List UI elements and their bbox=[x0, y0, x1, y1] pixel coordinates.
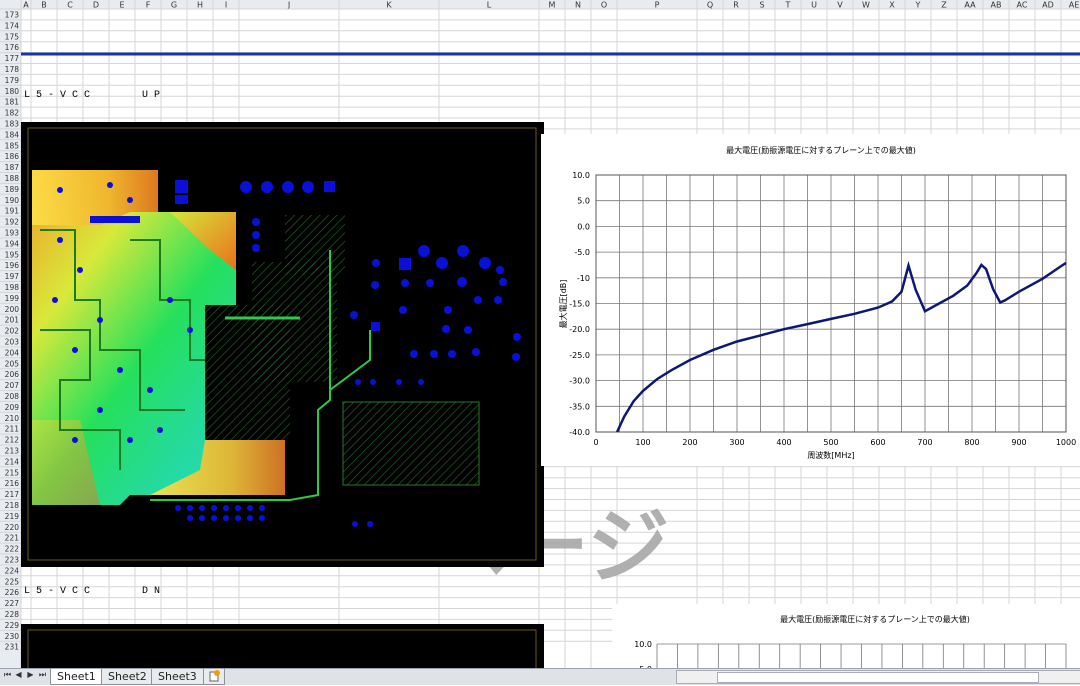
first-sheet-button[interactable]: ⏮ bbox=[2, 670, 13, 680]
chart-x-tick-label: 100 bbox=[635, 438, 650, 447]
cell-net-dn[interactable]: L5-VCC bbox=[24, 586, 96, 597]
chart-2-ytick: 10.0 bbox=[634, 640, 652, 649]
chart-y-axis-title: 最大電圧[dB] bbox=[558, 280, 568, 329]
pcb-layout-image[interactable] bbox=[21, 122, 544, 567]
chart-y-tick-label: -25.0 bbox=[569, 351, 590, 360]
chart-y-tick-label: -5.0 bbox=[574, 248, 590, 257]
chart-y-tick-label: -30.0 bbox=[569, 377, 590, 386]
chart-x-tick-label: 1000 bbox=[1056, 438, 1076, 447]
pcb-layout-image-2[interactable] bbox=[21, 624, 544, 671]
chart-x-tick-label: 200 bbox=[682, 438, 697, 447]
chart-x-tick-label: 700 bbox=[917, 438, 932, 447]
chart-max-voltage-2: 最大電圧(励振源電圧に対するプレーン上での最大値) 10.0 5.0 bbox=[612, 604, 1080, 674]
chart-x-tick-label: 0 bbox=[593, 438, 598, 447]
chart-y-tick-label: 0.0 bbox=[577, 222, 590, 231]
chart-x-tick-label: 400 bbox=[776, 438, 791, 447]
last-sheet-button[interactable]: ⏭ bbox=[37, 670, 48, 680]
chart-y-tick-label: -15.0 bbox=[569, 300, 590, 309]
chart-y-tick-label: 10.0 bbox=[572, 171, 590, 180]
chart-y-tick-label: -35.0 bbox=[569, 402, 590, 411]
insert-sheet-icon bbox=[209, 670, 220, 682]
chart-2-title: 最大電圧(励振源電圧に対するプレーン上での最大値) bbox=[780, 614, 970, 624]
chart-x-tick-label: 600 bbox=[870, 438, 885, 447]
sheet-tab-sheet1[interactable]: Sheet1 bbox=[50, 669, 103, 685]
chart-y-tick-label: -10 bbox=[577, 274, 590, 283]
cell-direction-up[interactable]: UP bbox=[142, 90, 166, 101]
chart-2-gridlines bbox=[656, 643, 1067, 670]
scroll-thumb[interactable] bbox=[717, 672, 1039, 683]
chart-x-tick-label: 300 bbox=[729, 438, 744, 447]
chart-y-tick-label: -40.0 bbox=[569, 428, 590, 437]
chart-x-tick-label: 900 bbox=[1011, 438, 1026, 447]
chart-title: 最大電圧(励振源電圧に対するプレーン上での最大値) bbox=[726, 145, 916, 155]
cell-net-up[interactable]: L5-VCC bbox=[24, 90, 96, 101]
sheet-tab-sheet3[interactable]: Sheet3 bbox=[151, 669, 204, 685]
chart-x-tick-label: 800 bbox=[964, 438, 979, 447]
chart-max-voltage: 最大電圧(励振源電圧に対するプレーン上での最大値) 10.0 5.0 0.0 -5.0… bbox=[541, 134, 1080, 466]
chart-y-tick-label: -20.0 bbox=[569, 325, 590, 334]
sheet-tab-sheet2[interactable]: Sheet2 bbox=[101, 669, 154, 685]
cell-direction-dn[interactable]: DN bbox=[142, 586, 166, 597]
chart-x-axis-title: 周波数[MHz] bbox=[807, 450, 854, 460]
next-sheet-button[interactable]: ▶ bbox=[25, 670, 36, 679]
horizontal-scrollbar[interactable] bbox=[676, 670, 1080, 684]
chart-x-tick-label: 500 bbox=[823, 438, 838, 447]
prev-sheet-button[interactable]: ◀ bbox=[13, 670, 24, 679]
insert-sheet-button[interactable] bbox=[203, 669, 225, 685]
chart-gridlines bbox=[595, 174, 1067, 433]
chart-y-tick-label: 5.0 bbox=[577, 197, 590, 206]
chart-area-2[interactable] bbox=[612, 604, 1080, 668]
